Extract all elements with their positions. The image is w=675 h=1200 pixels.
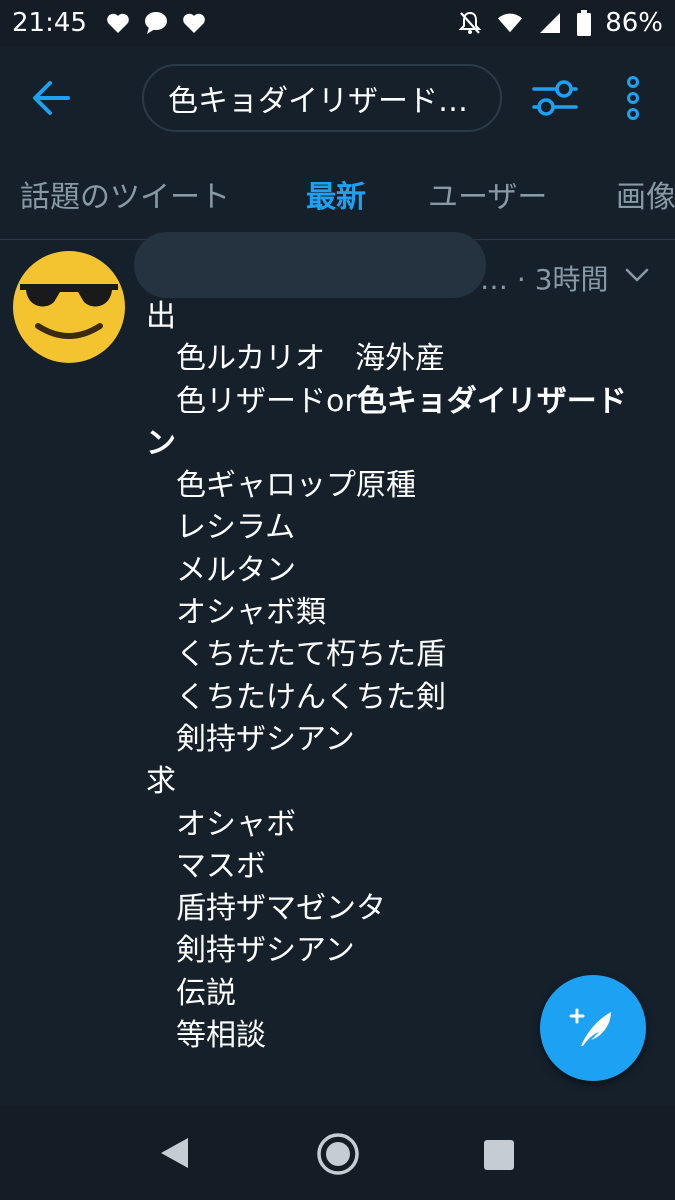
sliders-icon (532, 80, 578, 116)
search-tabs: 話題のツイート 最新 ユーザー 画像 (0, 148, 675, 240)
nav-back-button[interactable] (158, 1136, 190, 1170)
tweet-line: 剣持ザシアン (176, 721, 355, 757)
system-navigation-bar (0, 1106, 675, 1200)
tweet-line: くちたけんくちた剣 (176, 679, 446, 715)
battery-icon (577, 10, 592, 36)
search-highlight: 色キョダイリザード (356, 383, 627, 419)
search-highlight: ン (146, 425, 176, 461)
battery-percent: 86% (605, 8, 663, 38)
more-options-button[interactable] (616, 76, 650, 120)
tab-users[interactable]: ユーザー (428, 172, 547, 216)
tweet-line-text: 色リザードor (176, 383, 357, 419)
tweet-line: 色ギャロップ原種 (176, 468, 416, 504)
notifications-off-icon (457, 10, 483, 36)
tweet-timestamp: … · 3時間 (480, 263, 609, 296)
tab-top-tweets[interactable]: 話題のツイート (20, 172, 230, 216)
tweet-line: 色リザードor色キョダイリザード (146, 381, 658, 423)
compose-quill-icon (569, 1008, 611, 1046)
back-arrow-icon (33, 81, 70, 115)
status-right: 86% (457, 8, 663, 38)
tweet-line: 盾持ザマゼンタ (176, 891, 386, 927)
tweet-line: メルタン (176, 552, 296, 588)
tweet-line: レシラム (176, 510, 296, 546)
tweet-menu-button[interactable] (624, 266, 650, 286)
circle-home-icon (317, 1133, 359, 1175)
tweet-text: 出 色ルカリオ 海外産 色リザードor色キョダイリザード ン 色ギャロップ原種 … (146, 296, 658, 1057)
tweet-line: くちたたて朽ちた盾 (176, 637, 446, 673)
sunglasses-emoji-avatar-icon (13, 251, 125, 363)
signal-icon (537, 10, 563, 36)
tweet-line: 出 (146, 299, 176, 334)
avatar[interactable] (12, 250, 126, 364)
search-query: 色キョダイリザード… (168, 84, 468, 119)
tweet-line: 求 (146, 764, 176, 800)
wifi-icon (497, 10, 523, 36)
status-bar: 21:45 86% (0, 0, 675, 46)
search-input[interactable]: 色キョダイリザード… (142, 64, 502, 132)
triangle-back-icon (161, 1138, 188, 1168)
tweet-line: オシャボ (176, 806, 296, 842)
search-filter-button[interactable] (532, 76, 578, 120)
redacted-username (134, 232, 486, 298)
app-header: 色キョダイリザード… (0, 46, 675, 148)
chat-bubble-icon (143, 10, 169, 36)
heart-icon (181, 10, 207, 36)
heart-icon (105, 10, 131, 36)
notification-icons (105, 10, 207, 36)
tweet-line: マスボ (176, 848, 266, 884)
tweet-line: 剣持ザシアン (176, 933, 355, 969)
compose-tweet-button[interactable] (540, 975, 646, 1081)
nav-home-button[interactable] (316, 1132, 360, 1176)
tab-latest[interactable]: 最新 (306, 172, 366, 216)
chevron-down-icon (625, 268, 649, 282)
nav-recents-button[interactable] (484, 1140, 514, 1170)
tab-images[interactable]: 画像 (616, 172, 675, 216)
tweet-line: オシャボ類 (176, 595, 326, 631)
tweet-line: 色ルカリオ 海外産 (176, 341, 446, 377)
back-button[interactable] (30, 78, 74, 118)
vertical-dots-icon (627, 76, 639, 120)
tweet[interactable]: … · 3時間 出 色ルカリオ 海外産 色リザードor色キョダイリザード ン 色… (0, 232, 675, 1106)
status-time: 21:45 (12, 8, 87, 38)
